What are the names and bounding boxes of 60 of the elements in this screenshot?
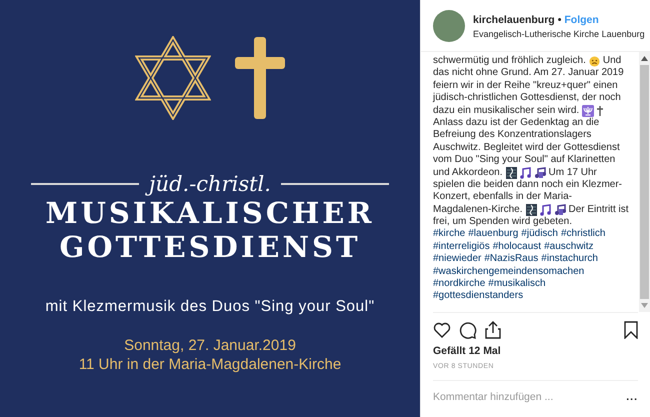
comment-icon[interactable]: [459, 321, 477, 339]
caption-text: schwermütig und fröhlich zugleich.: [433, 55, 586, 68]
caption-text: Befreiung des Konzentrationslagers: [433, 129, 592, 142]
star-of-david-icon: [135, 36, 211, 120]
menorah-icon: [582, 104, 594, 117]
hashtag-link[interactable]: #lauenburg: [468, 228, 518, 241]
caption-text: jüdisch-christlichen Gottesdienst, der noch: [433, 92, 621, 105]
like-count: Gefällt 12 Mal: [433, 345, 502, 357]
hashtag-link[interactable]: #instachurch: [541, 253, 598, 266]
sad-face-icon: [588, 56, 600, 67]
hashtag-link[interactable]: #waskirchengemeindensomachen: [433, 266, 584, 278]
location-link[interactable]: Evangelisch-Lutherische Kirche Lauenburg: [473, 28, 645, 38]
music-score-icon: [506, 166, 516, 179]
bookmark-icon[interactable]: [624, 321, 638, 339]
music-notes-icon: [534, 166, 546, 179]
caption-text: frei, um Spenden wird gebeten.: [433, 216, 572, 228]
username-link[interactable]: kirchelauenburg: [473, 14, 555, 26]
separator-dot: •: [558, 14, 562, 26]
hashtag-link[interactable]: #holocaust: [492, 240, 542, 254]
caption-text: das nicht ohne Grund. Am 27. Januar 2019: [433, 67, 624, 80]
caption-text: vom Duo "Sing your Soul" auf Klarinetten: [433, 154, 616, 167]
music-note-icon: [520, 166, 530, 179]
scroll-up-icon[interactable]: [641, 56, 648, 61]
hashtag-link[interactable]: #NazisRaus: [484, 253, 538, 266]
hashtag-link[interactable]: #jüdisch: [521, 228, 558, 241]
hashtag-link[interactable]: #kirche: [433, 228, 466, 241]
caption-text: spielen die beiden dann noch ein Klezmer-: [433, 178, 622, 192]
caption-text: Magdalenen-Kirche.: [433, 204, 522, 216]
caption-text: Konzert, ebenfalls in der Maria-: [433, 191, 572, 204]
more-button[interactable]: ...: [626, 391, 638, 403]
hashtag-link[interactable]: #interreligiös: [433, 240, 490, 254]
poster-place: 11 Uhr in der Maria-Magdalenen-Kirche: [78, 355, 342, 374]
heart-icon[interactable]: [433, 322, 451, 338]
caption-text: Und: [602, 55, 622, 68]
caption-text: dazu ein musikalischer sein wird.: [433, 104, 580, 117]
hashtag-link[interactable]: #nordkirche: [433, 278, 486, 290]
cross-icon: [235, 37, 285, 119]
music-note-icon: [540, 204, 550, 216]
poster-tagline: mit Klezmermusik des Duos "Sing your Soul": [45, 298, 375, 316]
hashtag-link[interactable]: #auschwitz: [544, 240, 594, 254]
hashtag-link[interactable]: #niewieder: [433, 253, 482, 266]
caption-text: feiern wir in der Reihe "kreuz+quer" einen: [433, 80, 618, 92]
cross-icon: [597, 106, 604, 116]
scrollbar[interactable]: [639, 52, 650, 312]
music-score-icon: [526, 204, 536, 216]
comment-field[interactable]: Kommentar hinzufügen ...: [433, 391, 626, 403]
poster-title: GOTTESDIENST: [59, 230, 361, 264]
caption-text: und Akkordeon.: [433, 166, 502, 179]
caption-text: Auschwitz. Begleitet wird der Gottesdienst: [433, 142, 620, 154]
poster-title: MUSIKALISCHER: [45, 196, 374, 230]
hashtag-link[interactable]: #gottesdienstanders: [433, 290, 524, 303]
caption-text: Um 17 Uhr: [548, 166, 597, 179]
caption-text: Der Eintritt ist: [568, 204, 629, 216]
share-icon[interactable]: [485, 321, 501, 339]
hashtag-link[interactable]: #christlich: [561, 228, 606, 241]
hashtag-link[interactable]: #musikalisch: [488, 278, 546, 290]
music-notes-icon: [554, 204, 566, 216]
poster-date: Sonntag, 27. Januar.2019: [124, 336, 296, 355]
avatar[interactable]: [433, 10, 465, 42]
caption-text: Anlass dazu ist der Gedenktag an die: [433, 116, 600, 130]
